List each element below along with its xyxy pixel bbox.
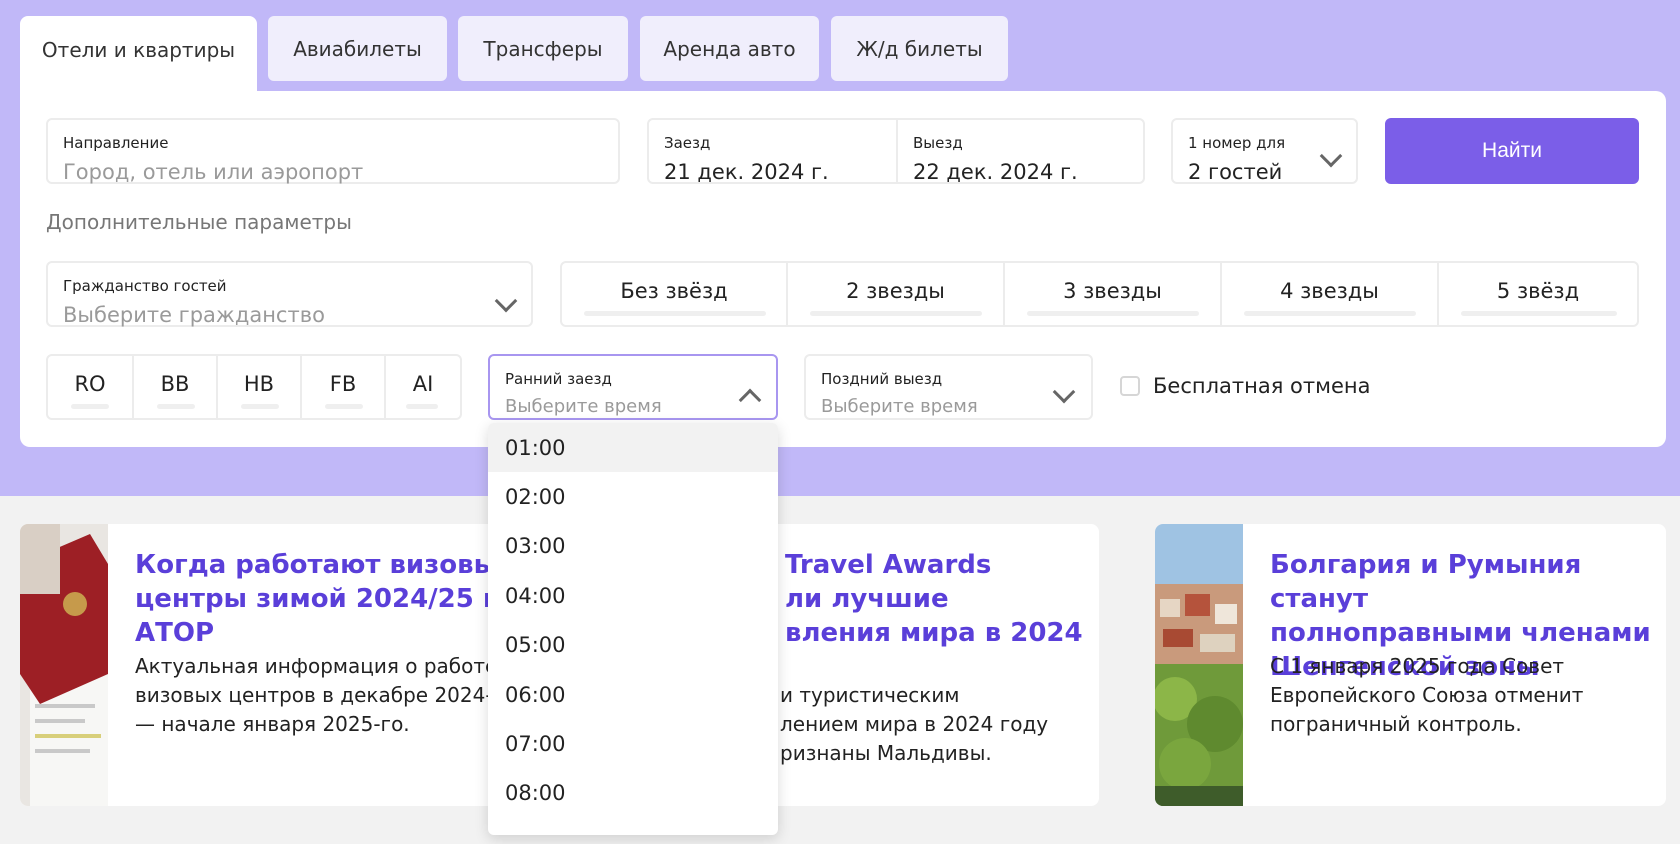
star-option-4[interactable]: 4 звезды [1222,263,1439,325]
extra-params-title: Дополнительные параметры [46,210,352,234]
star-option-none[interactable]: Без звёзд [562,263,788,325]
meal-option-label: FB [329,372,357,396]
direction-placeholder: Город, отель или аэропорт [63,160,364,184]
tab-transfers[interactable]: Трансферы [458,16,628,81]
late-checkout-label: Поздний выезд [821,370,943,388]
star-option-label: 3 звезды [1063,279,1162,303]
meal-option-fb[interactable]: FB [302,356,386,418]
citizenship-field[interactable]: Гражданство гостей Выберите гражданство [46,261,533,327]
star-rating-filter: Без звёзд 2 звезды 3 звезды 4 звезды 5 з… [560,261,1639,327]
time-option[interactable]: 02:00 [488,472,778,521]
guests-value: 2 гостей [1188,160,1283,184]
star-option-5[interactable]: 5 звёзд [1439,263,1637,325]
option-underline [325,404,363,409]
option-underline [406,404,438,409]
tab-train-tickets[interactable]: Ж/д билеты [831,16,1008,81]
search-hero: Отели и квартиры Авиабилеты Трансферы Ар… [0,0,1680,496]
find-button[interactable]: Найти [1385,118,1639,184]
chevron-down-icon [1319,144,1343,168]
meal-option-label: RO [74,372,106,396]
star-option-label: 2 звезды [846,279,945,303]
card-text: Актуальная информация о работе визовых це… [135,654,516,736]
time-option[interactable]: 06:00 [488,670,778,719]
star-option-2[interactable]: 2 звезды [788,263,1005,325]
tab-car-rental[interactable]: Аренда авто [640,16,819,81]
meal-option-ro[interactable]: RO [48,356,134,418]
early-checkin-placeholder: Выберите время [505,396,662,417]
chevron-down-icon [1052,380,1076,404]
early-checkin-dropdown: 01:00 02:00 03:00 04:00 05:00 06:00 07:0… [488,423,778,835]
option-underline [1461,311,1617,316]
checkin-label: Заезд [664,134,711,152]
time-option[interactable]: 07:00 [488,719,778,768]
option-underline [810,311,982,316]
free-cancellation-label[interactable]: Бесплатная отмена [1153,374,1370,398]
card-text-partial: и туристическим лением мира в 2024 году ри… [780,683,1049,765]
free-cancellation-checkbox[interactable] [1120,376,1140,396]
meal-option-ai[interactable]: AI [386,356,460,418]
guests-field[interactable]: 1 номер для 2 гостей [1171,118,1358,184]
meal-option-label: AI [412,372,434,396]
late-checkout-select[interactable]: Поздний выезд Выберите время [804,354,1093,420]
star-option-label: 5 звёзд [1496,279,1580,303]
time-option[interactable]: 08:00 [488,769,778,818]
guests-label: 1 номер для [1188,134,1286,152]
early-checkin-select[interactable]: Ранний заезд Выберите время [488,354,778,420]
meal-option-hb[interactable]: HB [218,356,302,418]
direction-field[interactable]: Направление Город, отель или аэропорт [46,118,620,184]
direction-label: Направление [63,134,169,152]
passport-image [20,524,108,806]
town-image [1155,524,1243,806]
option-underline [157,404,195,409]
checkin-value: 21 дек. 2024 г. [664,160,829,184]
checkout-field[interactable]: Выезд 22 дек. 2024 г. [898,120,1143,184]
time-option[interactable]: 04:00 [488,571,778,620]
time-option[interactable]: 05:00 [488,621,778,670]
star-option-label: 4 звезды [1280,279,1379,303]
meal-option-label: HB [243,372,275,396]
time-option[interactable]: 01:00 [488,423,778,473]
early-checkin-label: Ранний заезд [505,370,612,388]
star-option-3[interactable]: 3 звезды [1005,263,1222,325]
checkout-value: 22 дек. 2024 г. [913,160,1078,184]
star-option-label: Без звёзд [620,279,728,303]
late-checkout-placeholder: Выберите время [821,396,978,417]
checkout-label: Выезд [913,134,963,152]
citizenship-label: Гражданство гостей [63,277,227,295]
option-underline [1244,311,1416,316]
meal-option-bb[interactable]: BB [134,356,218,418]
option-underline [584,311,766,316]
card-text: С 1 января 2025 года Совет Европейского С… [1270,654,1584,736]
citizenship-placeholder: Выберите гражданство [63,303,325,327]
meal-plan-filter: RO BB HB FB AI [46,354,462,420]
chevron-down-icon [494,289,518,313]
dates-field: Заезд 21 дек. 2024 г. Выезд 22 дек. 2024… [647,118,1145,184]
option-underline [241,404,279,409]
option-underline [71,404,109,409]
option-underline [1027,311,1199,316]
meal-option-label: BB [160,372,190,396]
checkin-field[interactable]: Заезд 21 дек. 2024 г. [649,120,896,184]
news-card-schengen[interactable]: Болгария и Румыния станут полноправными ч… [1155,524,1666,806]
chevron-up-icon [738,388,762,412]
time-option[interactable]: 03:00 [488,522,778,571]
tab-flights[interactable]: Авиабилеты [268,16,447,81]
tab-hotels[interactable]: Отели и квартиры [20,16,257,96]
card-title-partial[interactable]: Travel Awards ли лучшие вления мира в 2024 [785,548,1083,650]
